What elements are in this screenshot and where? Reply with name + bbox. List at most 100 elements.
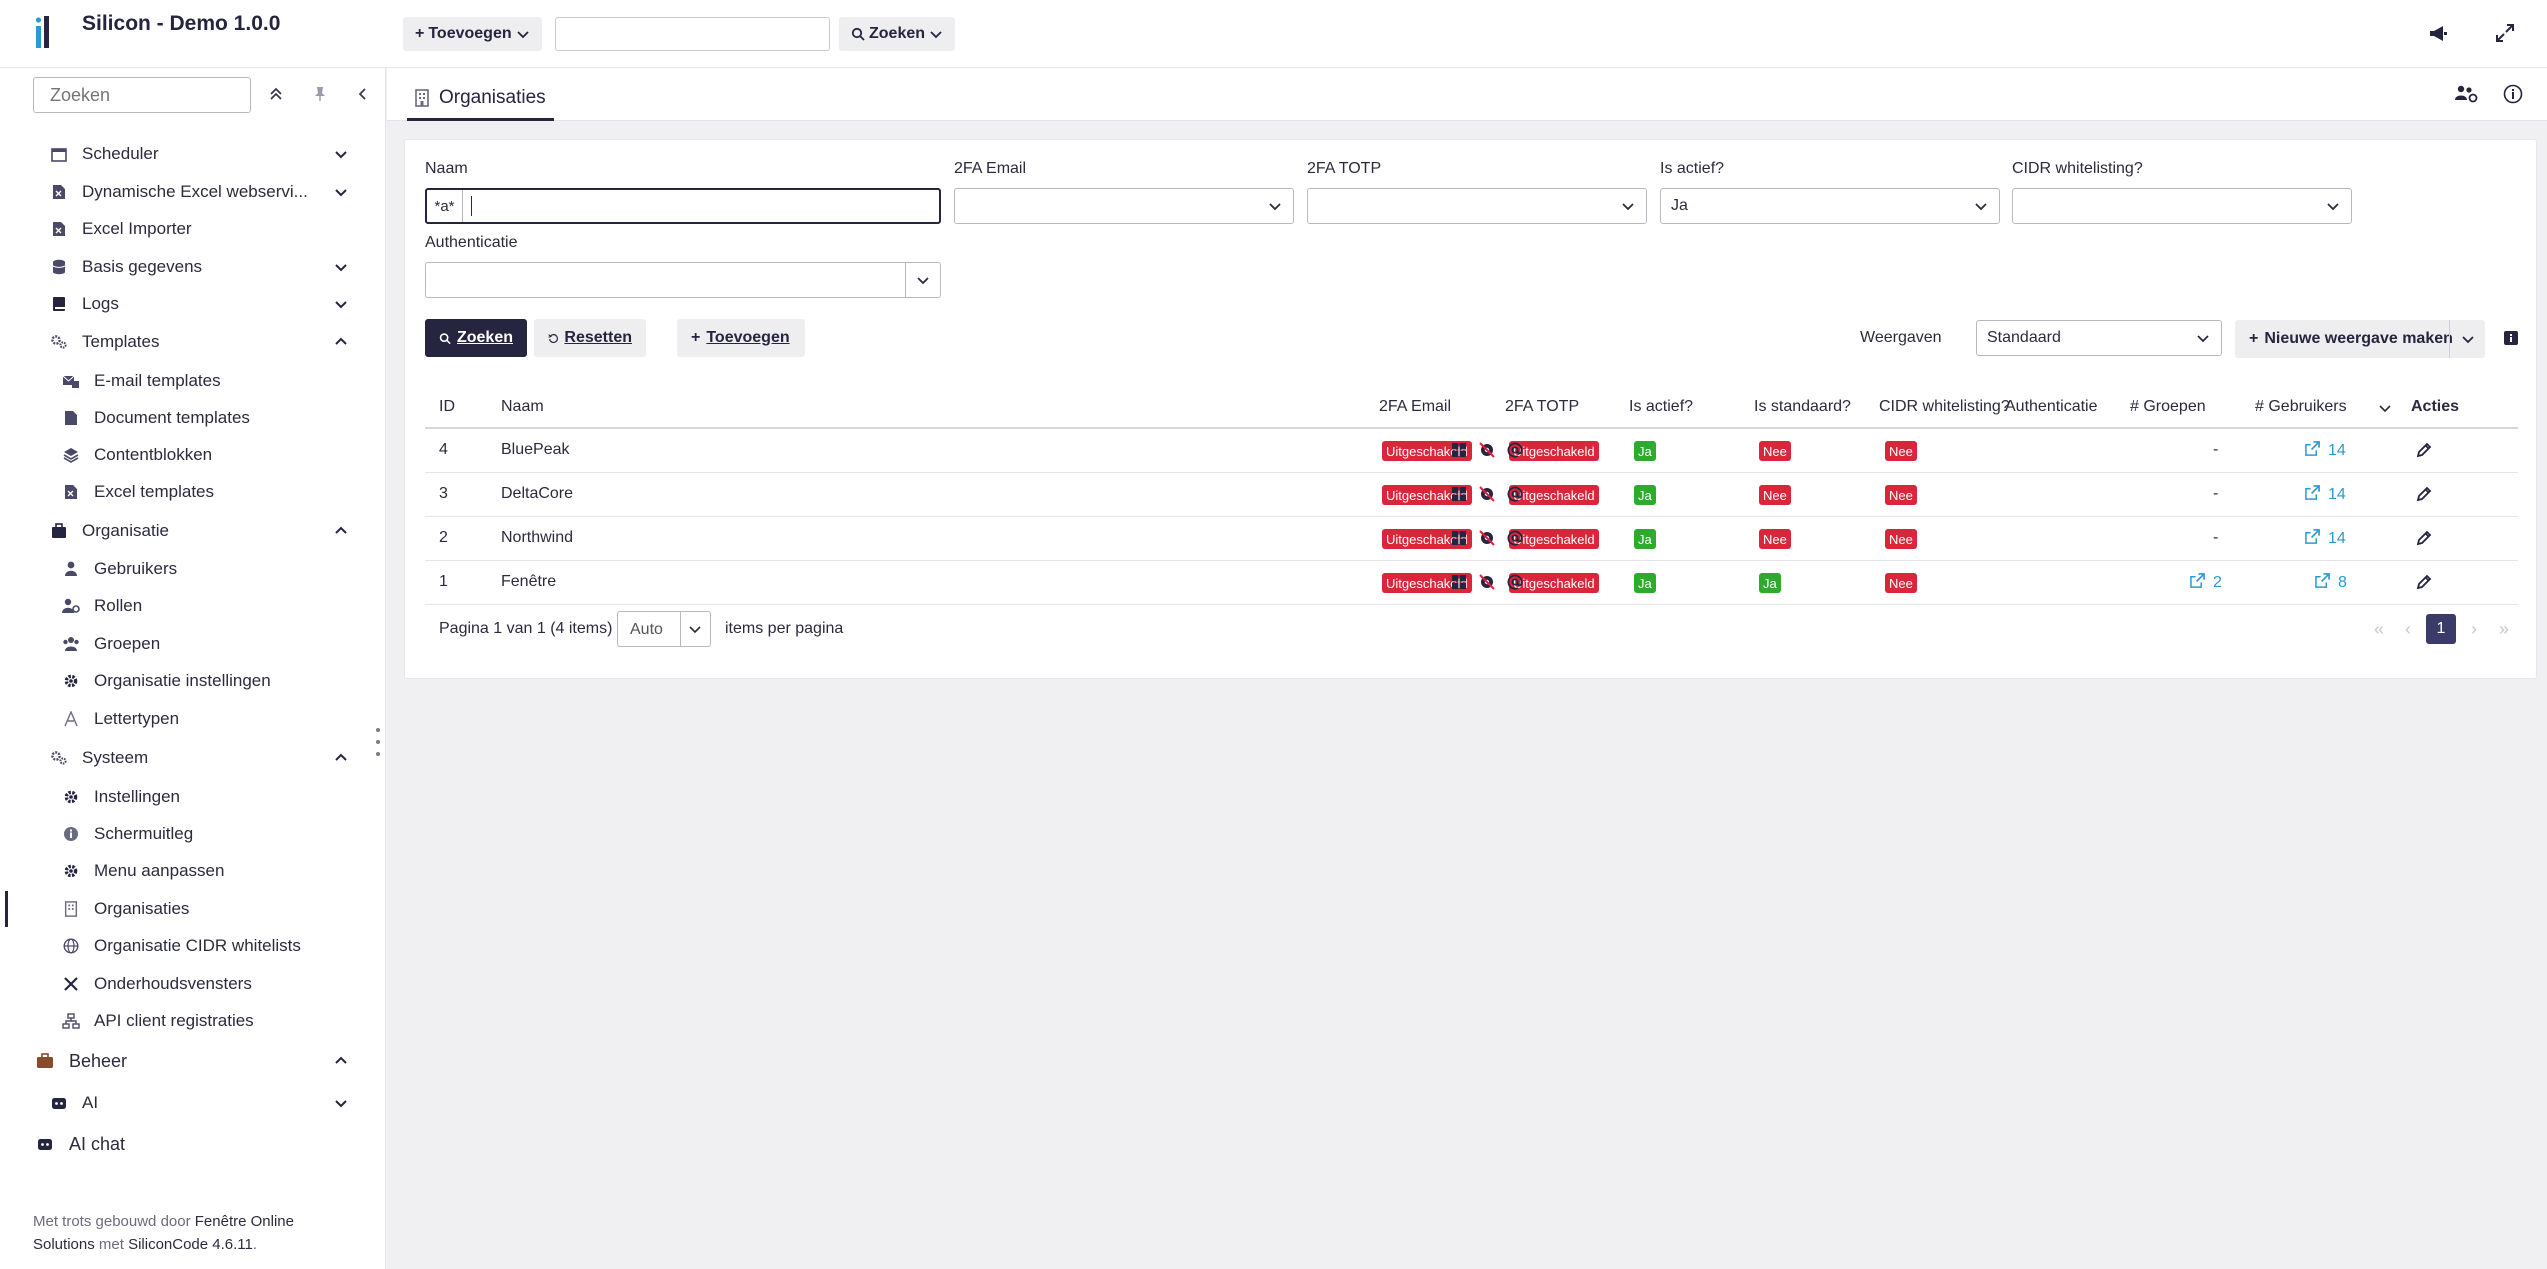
sidebar-item-api-client-registraties[interactable]: API client registraties: [0, 1003, 386, 1039]
sidebar-item-organisatie-instellingen[interactable]: Organisatie instellingen: [0, 663, 386, 699]
edit-icon[interactable]: [2415, 573, 2435, 593]
col-cidr[interactable]: CIDR whitelisting?: [1879, 398, 2010, 416]
views-select[interactable]: Standaard: [1976, 320, 2222, 356]
collapse-all-icon[interactable]: [264, 82, 288, 106]
silicon-logo[interactable]: [34, 14, 58, 50]
sidebar-item-ai-chat[interactable]: AI chat: [0, 1126, 386, 1162]
col-2fa-totp[interactable]: 2FA TOTP: [1505, 398, 1579, 416]
sidebar-item-rollen[interactable]: Rollen: [0, 588, 386, 624]
sidebar-item-groepen[interactable]: Groepen: [0, 626, 386, 662]
robot-icon: [50, 1094, 68, 1112]
info-small-icon[interactable]: [2504, 331, 2518, 345]
chevron-left-icon[interactable]: [351, 82, 375, 106]
sidebar-item-organisaties[interactable]: Organisaties: [0, 891, 386, 927]
col-naam[interactable]: Naam: [501, 398, 544, 416]
chevron-down-icon[interactable]: [332, 258, 350, 276]
header-search-button[interactable]: Zoeken: [839, 17, 956, 51]
table-row[interactable]: 4 BluePeak Uitgeschakeld Uitgeschakeld Ja Nee…: [425, 429, 2518, 473]
chevron-down-icon[interactable]: [332, 295, 350, 313]
page-1-button[interactable]: 1: [2426, 614, 2456, 644]
chevron-up-icon[interactable]: [332, 522, 350, 540]
gebruikers-link[interactable]: 14: [2305, 529, 2346, 549]
col-id[interactable]: ID: [439, 398, 455, 416]
sidebar-item-organisatie-cidr-whitelists[interactable]: Organisatie CIDR whitelists: [0, 928, 386, 964]
sidebar-search-input[interactable]: [33, 77, 251, 113]
col-is-actief[interactable]: Is actief?: [1629, 398, 1693, 416]
add-button[interactable]: + Toevoegen: [677, 319, 805, 357]
sidebar-item-contentblokken[interactable]: Contentblokken: [0, 437, 386, 473]
chevron-down-icon[interactable]: [332, 183, 350, 201]
per-page-select[interactable]: Auto: [617, 611, 711, 647]
tab-organisaties[interactable]: Organisaties: [407, 78, 554, 121]
edit-icon[interactable]: [2415, 441, 2435, 461]
sidebar-item-instellingen[interactable]: Instellingen: [0, 779, 386, 815]
naam-wildcard-prefix[interactable]: *a*: [427, 190, 463, 222]
chevron-down-icon[interactable]: [332, 1094, 350, 1112]
sidebar-item-logs[interactable]: Logs: [0, 286, 386, 322]
next-page-icon[interactable]: ›: [2459, 614, 2489, 644]
expand-icon[interactable]: [2492, 20, 2518, 46]
sidebar-item-e-mail-templates[interactable]: E-mail templates: [0, 363, 386, 399]
sidebar-item-basis-gegevens[interactable]: Basis gegevens: [0, 249, 386, 285]
gebruikers-link[interactable]: 14: [2305, 485, 2346, 505]
sidebar-item-ai[interactable]: AI: [0, 1085, 386, 1121]
sidebar-item-excel-templates[interactable]: Excel templates: [0, 474, 386, 510]
sidebar-item-scheduler[interactable]: Scheduler: [0, 136, 386, 172]
users-settings-icon[interactable]: [2453, 81, 2479, 107]
sidebar-resize-handle[interactable]: [375, 728, 381, 756]
sidebar-item-beheer[interactable]: Beheer: [0, 1043, 386, 1079]
col-gebruikers[interactable]: # Gebruikers: [2255, 398, 2347, 416]
sidebar-item-excel-importer[interactable]: Excel Importer: [0, 211, 386, 247]
sidebar-item-onderhoudsvensters[interactable]: Onderhoudsvensters: [0, 966, 386, 1002]
email2fa-select[interactable]: [954, 188, 1294, 224]
gebruikers-link[interactable]: 8: [2315, 573, 2347, 593]
chevron-down-icon[interactable]: [332, 145, 350, 163]
sidebar-item-organisatie[interactable]: Organisatie: [0, 513, 386, 549]
cidr-select[interactable]: [2012, 188, 2352, 224]
column-menu-chevron-icon[interactable]: [2378, 401, 2392, 415]
table-row[interactable]: 3 DeltaCore Uitgeschakeld Uitgeschakeld Ja Ne…: [425, 473, 2518, 517]
excel-file-icon: [50, 220, 68, 238]
last-page-icon[interactable]: »: [2489, 614, 2519, 644]
chevron-up-icon[interactable]: [332, 749, 350, 767]
edit-icon[interactable]: [2415, 529, 2435, 549]
sidebar-item-document-templates[interactable]: Document templates: [0, 400, 386, 436]
col-authenticatie[interactable]: Authenticatie: [2005, 398, 2098, 416]
chevron-up-icon[interactable]: [332, 1052, 350, 1070]
header-search-input[interactable]: [555, 17, 830, 51]
first-page-icon[interactable]: «: [2364, 614, 2394, 644]
col-groepen[interactable]: # Groepen: [2130, 398, 2206, 416]
auth-select[interactable]: [425, 262, 941, 298]
table-row[interactable]: 2 Northwind Uitgeschakeld Uitgeschakeld Ja Ne…: [425, 517, 2518, 561]
chevron-up-icon[interactable]: [332, 333, 350, 351]
new-view-dropdown[interactable]: [2449, 320, 2485, 358]
pin-icon[interactable]: [308, 82, 332, 106]
prev-page-icon[interactable]: ‹: [2393, 614, 2423, 644]
gebruikers-link[interactable]: 14: [2305, 441, 2346, 461]
naam-field[interactable]: *a*: [425, 188, 941, 224]
info-icon[interactable]: [2500, 81, 2526, 107]
search-button[interactable]: Zoeken: [425, 319, 527, 357]
header-add-button[interactable]: + Toevoegen: [403, 17, 542, 51]
sidebar-item-lettertypen[interactable]: Lettertypen: [0, 701, 386, 737]
totp-select[interactable]: [1307, 188, 1647, 224]
sidebar-item-systeem[interactable]: Systeem: [0, 740, 386, 776]
chevron-down-icon: [1622, 203, 1634, 211]
groepen-link[interactable]: 2: [2190, 573, 2222, 593]
sidebar-item-gebruikers[interactable]: Gebruikers: [0, 551, 386, 587]
footer-product-link[interactable]: SiliconCode 4.6.11: [128, 1236, 253, 1253]
footer-middle: met: [94, 1236, 129, 1253]
actief-select[interactable]: Ja: [1660, 188, 2000, 224]
table-row[interactable]: 1 Fenêtre Uitgeschakeld Uitgeschakeld Ja Ja Ne…: [425, 561, 2518, 605]
megaphone-icon[interactable]: [2425, 20, 2451, 46]
col-2fa-email[interactable]: 2FA Email: [1379, 398, 1451, 416]
sidebar-item-menu-aanpassen[interactable]: Menu aanpassen: [0, 853, 386, 889]
col-is-standaard[interactable]: Is standaard?: [1754, 398, 1851, 416]
new-view-button[interactable]: + Nieuwe weergave maken: [2235, 320, 2485, 358]
sidebar-item-dynamische-excel-webservi[interactable]: Dynamische Excel webservi...: [0, 174, 386, 210]
sidebar-item-label: Organisatie CIDR whitelists: [94, 936, 301, 955]
reset-button[interactable]: Resetten: [534, 319, 646, 357]
edit-icon[interactable]: [2415, 485, 2435, 505]
sidebar-item-templates[interactable]: Templates: [0, 324, 386, 360]
sidebar-item-schermuitleg[interactable]: Schermuitleg: [0, 816, 386, 852]
